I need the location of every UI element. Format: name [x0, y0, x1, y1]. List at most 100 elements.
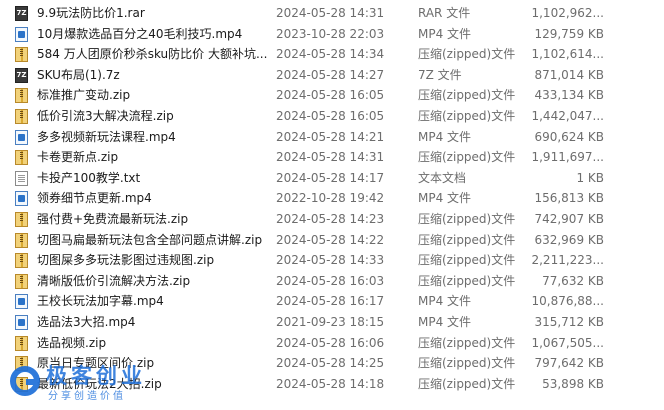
file-type: MP4 文件 [418, 26, 472, 41]
file-size: 10,876,88... [531, 294, 604, 309]
file-name: 强付费+免费流最新玩法.zip [37, 211, 189, 226]
file-row[interactable]: SKU布局(1).7z 2024-05-28 14:27 7Z 文件 871,0… [0, 65, 664, 86]
file-date: 2024-05-28 14:25 [276, 356, 385, 371]
file-name: 584 万人团原价秒杀sku防比价 大额补坑... [37, 47, 268, 62]
zip-archive-icon [15, 273, 28, 289]
file-name: 卡卷更新点.zip [37, 150, 119, 165]
file-list: 9.9玩法防比价1.rar 2024-05-28 14:31 RAR 文件 1,… [0, 3, 664, 394]
file-name: 9.9玩法防比价1.rar [37, 6, 145, 20]
file-type: 压缩(zipped)文件 [418, 253, 516, 268]
file-date: 2024-05-28 14:33 [276, 253, 385, 268]
file-name: 选品视频.zip [37, 335, 107, 350]
file-name: 王校长玩法加字幕.mp4 [37, 294, 164, 309]
file-size: 1,102,614... [531, 47, 604, 62]
file-name: 清晰版低价引流解决方法.zip [37, 273, 191, 288]
file-type: MP4 文件 [418, 314, 472, 329]
file-row[interactable]: 卡投产100教学.txt 2024-05-28 14:17 文本文档 1 KB [0, 168, 664, 189]
file-date: 2024-05-28 14:27 [276, 67, 385, 82]
file-type: MP4 文件 [418, 129, 472, 144]
zip-archive-icon [15, 356, 28, 372]
file-row[interactable]: 切图屎多多玩法影图过违规图.zip 2024-05-28 14:33 压缩(zi… [0, 250, 664, 271]
file-row[interactable]: 多多视频新玩法课程.mp4 2024-05-28 14:21 MP4 文件 69… [0, 127, 664, 148]
file-size: 742,907 KB [534, 211, 604, 226]
file-name: 多多视频新玩法课程.mp4 [37, 129, 176, 144]
file-row[interactable]: 切图马扁最新玩法包含全部问题点讲解.zip 2024-05-28 14:22 压… [0, 230, 664, 251]
file-date: 2024-05-28 14:17 [276, 170, 385, 185]
file-row[interactable]: 清晰版低价引流解决方法.zip 2024-05-28 16:03 压缩(zipp… [0, 271, 664, 292]
7z-archive-icon [15, 67, 28, 83]
file-row[interactable]: 标准推广变动.zip 2024-05-28 16:05 压缩(zipped)文件… [0, 85, 664, 106]
file-date: 2024-05-28 16:17 [276, 294, 385, 309]
file-name: 切图马扁最新玩法包含全部问题点讲解.zip [37, 232, 263, 247]
file-type: 压缩(zipped)文件 [418, 232, 516, 247]
file-size: 797,642 KB [534, 356, 604, 371]
file-date: 2024-05-28 14:22 [276, 232, 385, 247]
file-row[interactable]: 选品视频.zip 2024-05-28 16:06 压缩(zipped)文件 1… [0, 333, 664, 354]
zip-archive-icon [15, 253, 28, 269]
file-name: 卡投产100教学.txt [37, 170, 141, 185]
file-row[interactable]: 最新低价玩法2大招.zip 2024-05-28 14:18 压缩(zipped… [0, 374, 664, 395]
rar-archive-icon [15, 6, 28, 21]
file-name: 标准推广变动.zip [37, 88, 131, 103]
file-name: 选品法3大招.mp4 [37, 314, 136, 329]
file-row[interactable]: 9.9玩法防比价1.rar 2024-05-28 14:31 RAR 文件 1,… [0, 3, 664, 24]
file-date: 2024-05-28 16:06 [276, 335, 385, 350]
zip-archive-icon [15, 47, 28, 63]
zip-archive-icon [15, 335, 28, 351]
file-date: 2024-05-28 16:03 [276, 273, 385, 288]
file-type: 压缩(zipped)文件 [418, 47, 516, 62]
file-name: 原当日专题区间价.zip [37, 356, 155, 371]
file-row[interactable]: 低价引流3大解决流程.zip 2024-05-28 16:05 压缩(zippe… [0, 106, 664, 127]
file-size: 690,624 KB [534, 129, 604, 144]
file-size: 77,632 KB [542, 273, 604, 288]
video-file-icon [15, 314, 28, 330]
video-file-icon [15, 294, 28, 310]
file-row[interactable]: 领券细节点更新.mp4 2022-10-28 19:42 MP4 文件 156,… [0, 188, 664, 209]
video-file-icon [15, 191, 28, 207]
file-size: 1,067,505... [531, 335, 604, 350]
video-file-icon [15, 26, 28, 42]
file-type: 压缩(zipped)文件 [418, 335, 516, 350]
file-size: 1,442,047... [531, 108, 604, 123]
file-date: 2022-10-28 19:42 [276, 191, 385, 206]
file-date: 2024-05-28 14:18 [276, 376, 385, 391]
file-size: 129,759 KB [534, 26, 604, 41]
file-type: 压缩(zipped)文件 [418, 108, 516, 123]
zip-archive-icon [15, 88, 28, 104]
file-type: 7Z 文件 [418, 67, 462, 82]
file-date: 2021-09-23 18:15 [276, 314, 385, 329]
file-name: 低价引流3大解决流程.zip [37, 108, 174, 123]
file-type: 压缩(zipped)文件 [418, 273, 516, 288]
file-size: 1 KB [576, 170, 604, 185]
file-type: 文本文档 [418, 170, 467, 185]
file-row[interactable]: 原当日专题区间价.zip 2024-05-28 14:25 压缩(zipped)… [0, 353, 664, 374]
file-row[interactable]: 584 万人团原价秒杀sku防比价 大额补坑... 2024-05-28 14:… [0, 44, 664, 65]
file-type: MP4 文件 [418, 191, 472, 206]
file-size: 1,102,962... [531, 6, 604, 20]
file-date: 2024-05-28 14:23 [276, 211, 385, 226]
file-row[interactable]: 卡卷更新点.zip 2024-05-28 14:31 压缩(zipped)文件 … [0, 147, 664, 168]
file-row[interactable]: 王校长玩法加字幕.mp4 2024-05-28 16:17 MP4 文件 10,… [0, 291, 664, 312]
file-type: 压缩(zipped)文件 [418, 356, 516, 371]
file-size: 871,014 KB [534, 67, 604, 82]
file-date: 2024-05-28 16:05 [276, 108, 385, 123]
file-type: 压缩(zipped)文件 [418, 376, 516, 391]
file-size: 2,211,223... [531, 253, 604, 268]
file-size: 156,813 KB [534, 191, 604, 206]
file-row[interactable]: 强付费+免费流最新玩法.zip 2024-05-28 14:23 压缩(zipp… [0, 209, 664, 230]
file-name: 领券细节点更新.mp4 [37, 191, 152, 206]
zip-archive-icon [15, 108, 28, 124]
file-row[interactable]: 选品法3大招.mp4 2021-09-23 18:15 MP4 文件 315,7… [0, 312, 664, 333]
file-date: 2023-10-28 22:03 [276, 26, 385, 41]
zip-archive-icon [15, 150, 28, 166]
file-date: 2024-05-28 14:31 [276, 150, 385, 165]
zip-archive-icon [15, 211, 28, 227]
file-name: 切图屎多多玩法影图过违规图.zip [37, 253, 215, 268]
zip-archive-icon [15, 232, 28, 248]
file-type: 压缩(zipped)文件 [418, 211, 516, 226]
file-row[interactable]: 10月爆款选品百分之40毛利技巧.mp4 2023-10-28 22:03 MP… [0, 24, 664, 45]
file-size: 433,134 KB [534, 88, 604, 103]
zip-archive-icon [15, 376, 28, 392]
file-size: 315,712 KB [534, 314, 604, 329]
file-type: 压缩(zipped)文件 [418, 88, 516, 103]
